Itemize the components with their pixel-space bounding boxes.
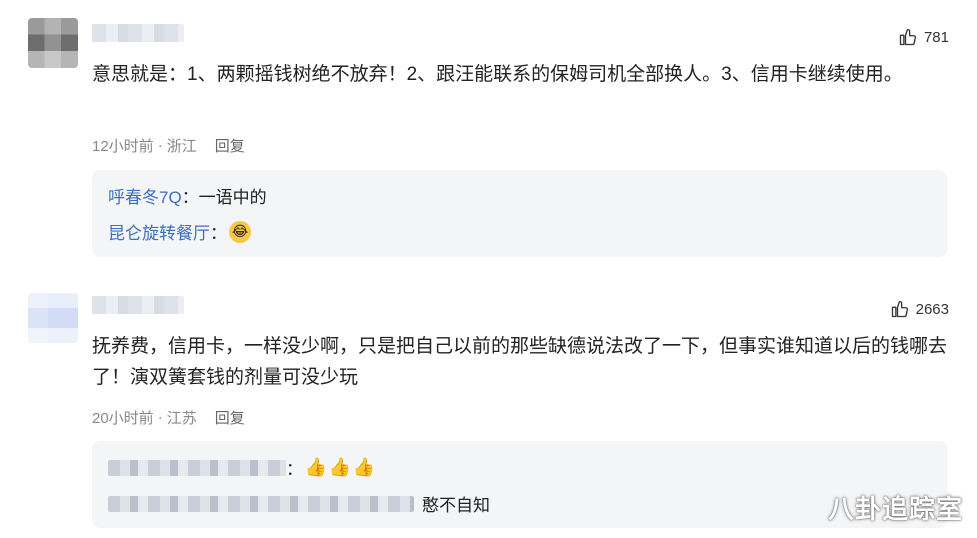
thumbs-up-icon (891, 300, 908, 318)
thumbs-up-emoji: 👍 (328, 457, 352, 477)
timestamp: 12小时前 (92, 138, 154, 155)
location: 浙江 (166, 138, 197, 155)
reply-item: 呼春冬7Q ：一语中的 (108, 183, 267, 208)
reply-item: 憨不自知 (108, 491, 490, 516)
reply-item: 昆仑旋转餐厅 ： 😂 (108, 219, 251, 244)
comment-text: 意思就是：1、两颗摇钱树绝不放弃！2、跟汪能联系的保姆司机全部换人。3、信用卡继… (92, 64, 903, 85)
watermark: 八卦追踪室 (827, 494, 963, 524)
comment-meta: 12小时前 · 浙江 回复 (92, 135, 245, 156)
separator: · (157, 409, 163, 426)
thumbs-up-emoji: 👍 (304, 457, 328, 477)
reply-item: ： 👍 👍 👍 (108, 455, 375, 480)
reply-box: 呼春冬7Q ：一语中的 昆仑旋转餐厅 ： 😂 (92, 170, 947, 257)
reply-text: 憨不自知 (422, 496, 490, 515)
comment-text: 抚养费，信用卡，一样没少啊，只是把自己以前的那些缺德说法改了一下，但事实谁知道以… (92, 336, 948, 388)
reply-text: ： (286, 460, 303, 479)
thumbs-up-emoji: 👍 (352, 457, 376, 477)
reply-username[interactable]: 昆仑旋转餐厅 (108, 219, 210, 244)
like-count: 2663 (915, 300, 949, 318)
reply-button[interactable]: 回复 (215, 135, 245, 156)
reply-text: ： (210, 224, 227, 243)
reply-button[interactable]: 回复 (215, 407, 245, 428)
reply-username[interactable]: 呼春冬7Q (108, 183, 182, 208)
timestamp: 20小时前 (92, 410, 154, 427)
like-count: 781 (923, 28, 949, 46)
reply-username-blurred[interactable] (108, 495, 414, 512)
like-button[interactable]: 2663 (890, 299, 949, 319)
avatar[interactable] (28, 293, 78, 343)
reply-username-blurred[interactable] (108, 459, 286, 476)
like-button[interactable]: 781 (898, 27, 949, 47)
separator: · (157, 137, 163, 154)
username-blurred[interactable] (92, 24, 184, 42)
comment-meta: 20小时前 · 江苏 回复 (92, 407, 245, 428)
thumbs-up-icon (899, 28, 917, 46)
face-with-tears-emoji: 😂 (229, 220, 251, 243)
reply-text: ：一语中的 (181, 188, 267, 207)
avatar[interactable] (28, 18, 78, 68)
reply-box: ： 👍 👍 👍 憨不自知 (92, 441, 947, 528)
username-blurred[interactable] (92, 296, 184, 314)
location: 江苏 (166, 410, 197, 427)
